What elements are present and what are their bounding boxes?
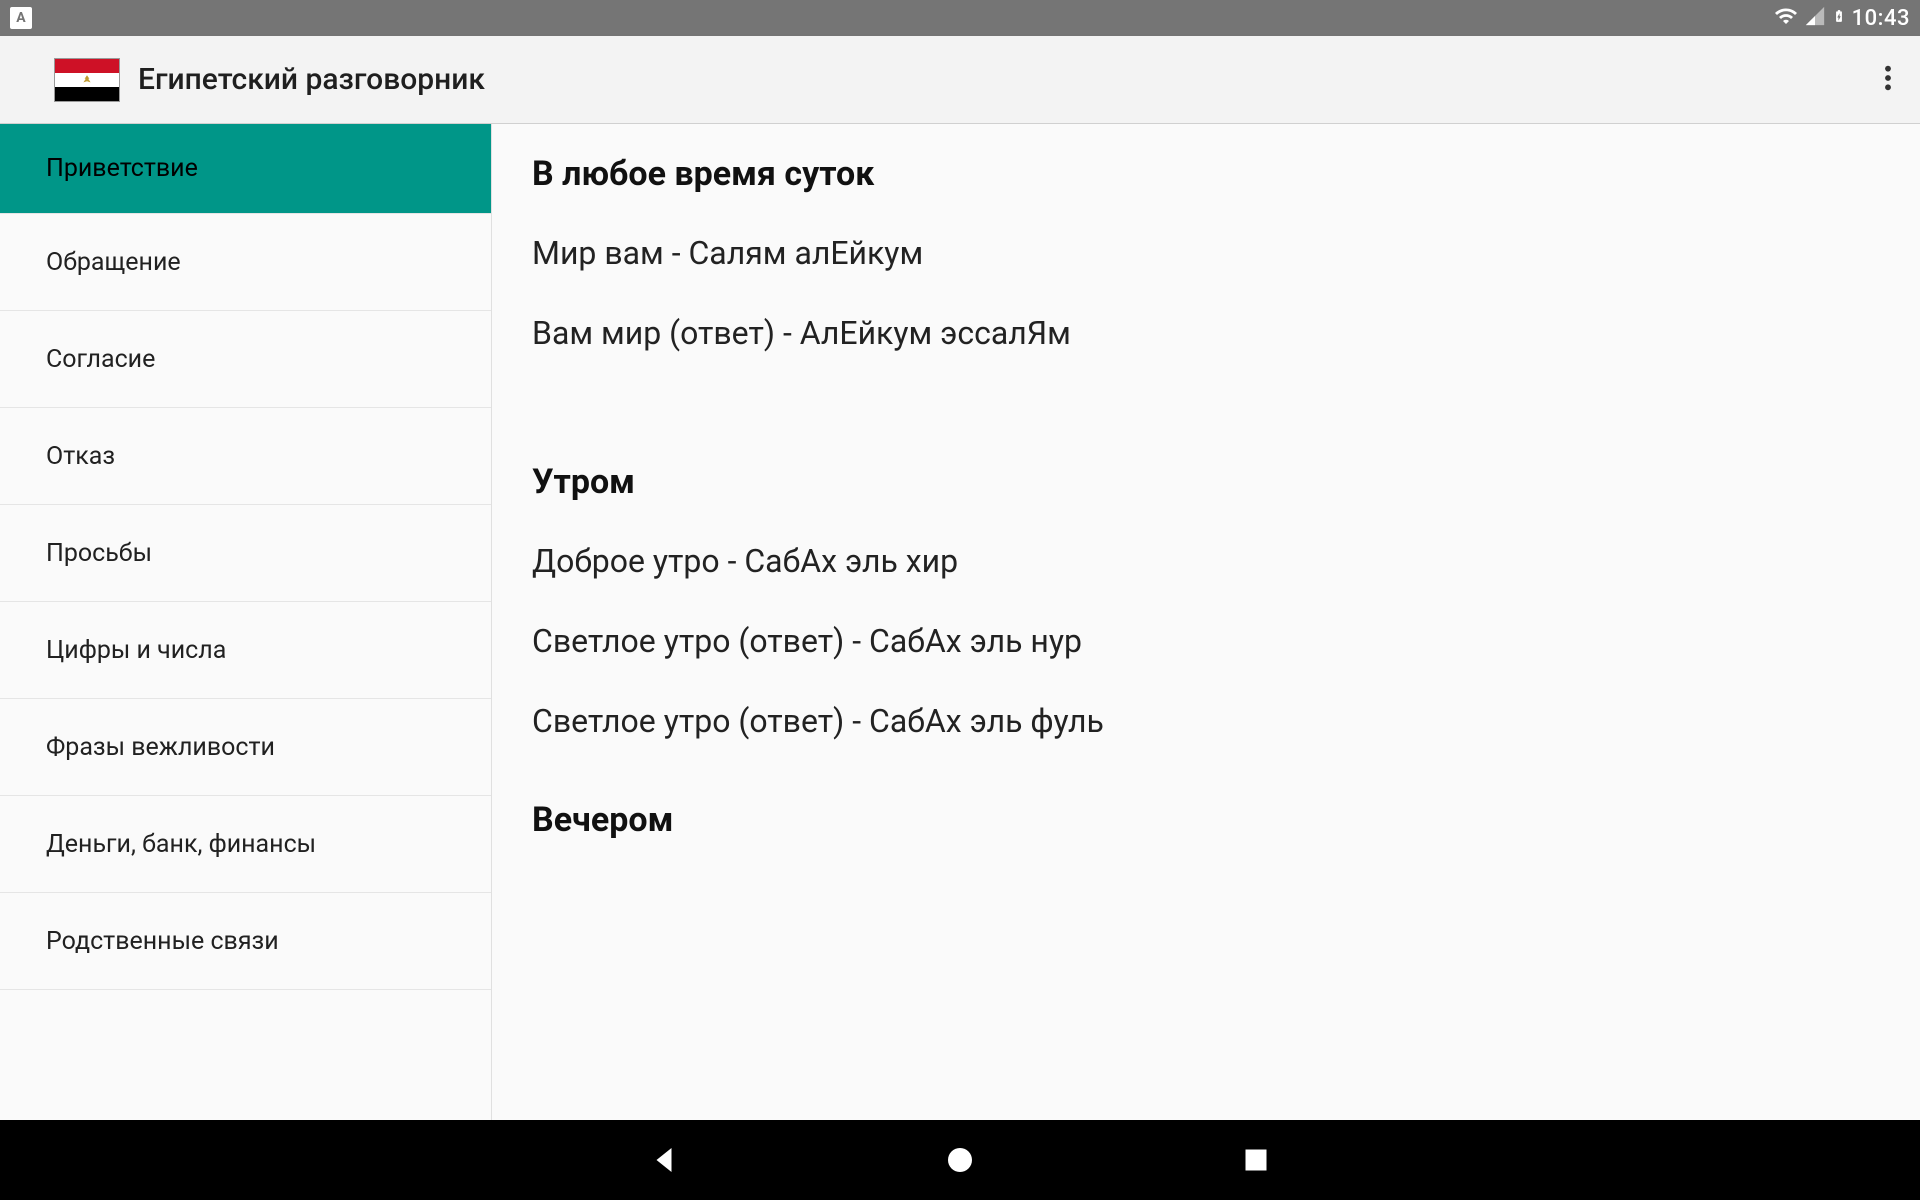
section-heading: Утром bbox=[532, 462, 1880, 502]
app-bar: Египетский разговорник bbox=[0, 36, 1920, 124]
status-bar: A 10:43 bbox=[0, 0, 1920, 36]
sidebar-item[interactable]: Родственные связи bbox=[0, 893, 491, 990]
sidebar-item[interactable]: Согласие bbox=[0, 311, 491, 408]
section-heading: В любое время суток bbox=[532, 154, 1880, 194]
sidebar-item-label: Деньги, банк, финансы bbox=[46, 830, 316, 859]
content-pane[interactable]: В любое время суток Мир вам - Салям алЕйк… bbox=[492, 124, 1920, 1120]
section-heading: Вечером bbox=[532, 800, 1880, 840]
sidebar-item[interactable]: Отказ bbox=[0, 408, 491, 505]
navigation-bar bbox=[0, 1120, 1920, 1200]
sidebar-item-label: Цифры и числа bbox=[46, 636, 226, 665]
sidebar-item-label: Обращение bbox=[46, 248, 181, 277]
phrase-line: Светлое утро (ответ) - СабАх эль фуль bbox=[532, 702, 1880, 740]
sidebar-item[interactable]: Деньги, банк, финансы bbox=[0, 796, 491, 893]
cell-signal-icon bbox=[1804, 5, 1826, 31]
main-area: Приветствие Обращение Согласие Отказ Просьбы… bbox=[0, 124, 1920, 1120]
sidebar-item-label: Фразы вежливости bbox=[46, 733, 275, 762]
sidebar-item[interactable]: Приветствие bbox=[0, 124, 491, 214]
sidebar-item[interactable]: Обращение bbox=[0, 214, 491, 311]
sidebar-item-label: Приветствие bbox=[46, 154, 198, 183]
phrase-line: Мир вам - Салям алЕйкум bbox=[532, 234, 1880, 272]
wifi-icon bbox=[1774, 4, 1798, 32]
keyboard-indicator-icon: A bbox=[10, 7, 32, 29]
overflow-menu-button[interactable] bbox=[1876, 56, 1900, 104]
nav-home-button[interactable] bbox=[942, 1142, 978, 1178]
battery-charging-icon bbox=[1832, 4, 1846, 32]
sidebar-item[interactable]: Фразы вежливости bbox=[0, 699, 491, 796]
nav-recent-button[interactable] bbox=[1238, 1142, 1274, 1178]
sidebar-item[interactable]: Просьбы bbox=[0, 505, 491, 602]
egypt-flag-icon bbox=[54, 58, 120, 102]
status-left: A bbox=[10, 7, 32, 29]
phrase-line: Доброе утро - СабАх эль хир bbox=[532, 542, 1880, 580]
status-clock: 10:43 bbox=[1852, 6, 1910, 31]
sidebar-item-label: Родственные связи bbox=[46, 927, 279, 956]
nav-back-button[interactable] bbox=[646, 1142, 682, 1178]
status-right: 10:43 bbox=[1774, 4, 1910, 32]
sidebar-item-label: Отказ bbox=[46, 442, 115, 471]
sidebar-item-label: Согласие bbox=[46, 345, 155, 374]
sidebar-item[interactable]: Цифры и числа bbox=[0, 602, 491, 699]
phrase-line: Вам мир (ответ) - АлЕйкум эссалЯм bbox=[532, 314, 1880, 352]
sidebar-item-label: Просьбы bbox=[46, 539, 152, 568]
phrase-line: Светлое утро (ответ) - СабАх эль нур bbox=[532, 622, 1880, 660]
app-title: Египетский разговорник bbox=[138, 62, 1876, 97]
category-sidebar[interactable]: Приветствие Обращение Согласие Отказ Просьбы… bbox=[0, 124, 492, 1120]
